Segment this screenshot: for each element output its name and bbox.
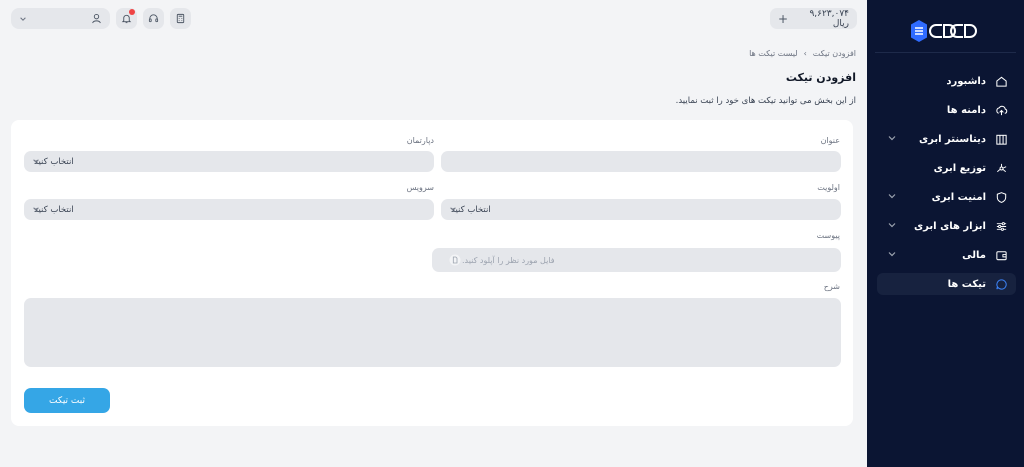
user-icon [92, 14, 101, 24]
department-select[interactable]: انتخاب کنید [24, 151, 434, 172]
wallet-balance-button[interactable]: + ۹,۶۲۳,۰۷۴ ریال [770, 8, 857, 29]
priority-label: اولویت [817, 183, 840, 192]
notification-badge [129, 9, 135, 15]
breadcrumb-tickets-link[interactable]: لیست تیکت ها [749, 49, 798, 58]
chevron-down-icon [888, 223, 896, 228]
topbar-actions [11, 8, 191, 29]
building-icon [994, 132, 1008, 146]
sidebar-item-domains[interactable]: دامنه ها [877, 99, 1016, 121]
sidebar-item-finance[interactable]: مالی [877, 244, 1016, 266]
chevron-down-icon [33, 159, 39, 163]
chevron-down-icon [888, 252, 896, 257]
user-menu-dropdown[interactable] [11, 8, 110, 29]
calculator-icon [176, 13, 185, 24]
service-select[interactable]: انتخاب کنید [24, 199, 434, 220]
department-label: دپارتمان [406, 136, 434, 145]
breadcrumb-current: افزودن تیکت [812, 49, 856, 58]
page-description: از این بخش می توانید تیکت های خود را ثبت… [675, 96, 856, 106]
breadcrumb-separator: › [803, 49, 807, 58]
sidebar-item-label: داشبورد [946, 75, 986, 87]
sidebar-item-label: دیتاسنتر ابری [919, 133, 986, 145]
brand-logo [911, 20, 977, 42]
chat-icon [994, 277, 1008, 291]
support-button[interactable] [143, 8, 164, 29]
sidebar-item-label: توزیع ابری [933, 162, 986, 174]
sidebar-item-tickets[interactable]: تیکت ها [877, 273, 1016, 295]
attachment-placeholder: فایل مورد نظر را آپلود کنید. [462, 255, 555, 265]
attachment-upload[interactable]: فایل مورد نظر را آپلود کنید. [432, 248, 841, 272]
home-icon [994, 74, 1008, 88]
chevron-down-icon [450, 207, 456, 211]
chevron-down-icon [33, 207, 39, 211]
cloud-upload-icon [994, 103, 1008, 117]
sidebar: داشبورد دامنه ها دیتاسنتر ابری توزیع ابر… [867, 0, 1024, 467]
page-title: افزودن تیکت [785, 71, 856, 84]
shield-icon [994, 190, 1008, 204]
sidebar-item-label: امنیت ابری [931, 191, 986, 203]
network-icon [994, 161, 1008, 175]
sidebar-divider [875, 52, 1016, 53]
description-textarea[interactable] [24, 298, 841, 367]
sidebar-item-label: ابزار های ابری [914, 220, 986, 232]
file-icon [448, 253, 462, 267]
sidebar-item-label: دامنه ها [946, 104, 986, 116]
sidebar-item-cloud-tools[interactable]: ابزار های ابری [877, 215, 1016, 237]
title-label: عنوان [820, 136, 840, 145]
sidebar-item-cloud-security[interactable]: امنیت ابری [877, 186, 1016, 208]
priority-select[interactable]: انتخاب کنید [441, 199, 841, 220]
headset-icon [148, 14, 159, 23]
calculator-button[interactable] [170, 8, 191, 29]
notifications-button[interactable] [116, 8, 137, 29]
sidebar-item-cloud-distribution[interactable]: توزیع ابری [877, 157, 1016, 179]
sidebar-item-dashboard[interactable]: داشبورد [877, 70, 1016, 92]
wallet-icon [994, 248, 1008, 262]
chevron-down-icon [20, 16, 26, 21]
chevron-down-icon [888, 194, 896, 199]
title-input[interactable] [441, 151, 841, 172]
balance-amount: ۹,۶۲۳,۰۷۴ ریال [809, 8, 849, 29]
ticket-form-card: عنوان دپارتمان انتخاب کنید اولویت انتخاب… [11, 120, 853, 426]
service-label: سرویس [406, 183, 434, 192]
add-credit-icon: + [778, 11, 789, 26]
submit-ticket-button[interactable]: ثبت تیکت [24, 388, 110, 413]
sidebar-item-cloud-datacenter[interactable]: دیتاسنتر ابری [877, 128, 1016, 150]
breadcrumb: لیست تیکت ها › افزودن تیکت [749, 49, 856, 58]
description-label: شرح [823, 282, 840, 291]
attachment-label: پیوست [816, 231, 840, 240]
sidebar-item-label: تیکت ها [947, 278, 986, 290]
sidebar-item-label: مالی [962, 249, 986, 261]
sliders-icon [994, 219, 1008, 233]
chevron-down-icon [888, 136, 896, 141]
